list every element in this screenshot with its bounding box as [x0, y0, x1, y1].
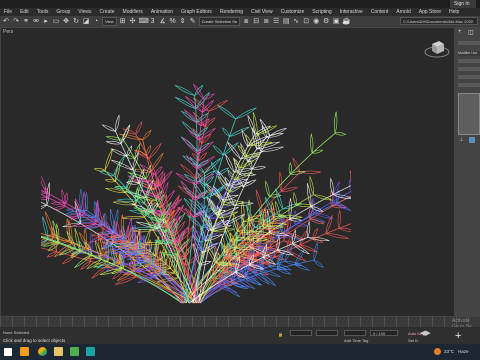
- menu-edit[interactable]: Edit: [16, 8, 33, 16]
- stack-bar-4: [458, 83, 480, 87]
- command-panel: + ◫ Modifier List ⊥: [455, 27, 480, 317]
- y-coordinate-field[interactable]: [316, 330, 338, 336]
- scene-explorer-icon[interactable]: ☰: [272, 18, 280, 26]
- z-coordinate-field[interactable]: [344, 330, 366, 336]
- sign-in-button[interactable]: Sign In: [450, 0, 476, 8]
- menu-modifiers[interactable]: Modifiers: [119, 8, 147, 16]
- render-icon[interactable]: ☕: [342, 18, 351, 26]
- link-icon[interactable]: ⚭: [22, 18, 30, 26]
- chrome-icon[interactable]: [38, 347, 47, 356]
- select-region-icon[interactable]: ▭: [52, 18, 60, 26]
- viewport-label[interactable]: Pers: [3, 29, 13, 35]
- add-time-tag-button[interactable]: Add Time Tag: [344, 338, 368, 343]
- windows-start-icon[interactable]: [4, 348, 12, 356]
- graphite-icon[interactable]: ▤: [282, 18, 290, 26]
- windows-taskbar: 23°C Haze: [0, 344, 480, 360]
- spinner-snap-icon[interactable]: ⇕: [179, 18, 187, 26]
- menu-civil-view[interactable]: Civil View: [247, 8, 277, 16]
- x-coordinate-field[interactable]: [290, 330, 312, 336]
- foliage-stems: [41, 83, 351, 304]
- maxscript-listener[interactable]: None Selected: [3, 330, 29, 335]
- mirror-icon[interactable]: ⧈: [242, 18, 250, 26]
- menu-customize[interactable]: Customize: [277, 8, 309, 16]
- modifier-list-dropdown[interactable]: Modifier List: [458, 51, 480, 56]
- schematic-icon[interactable]: ⊡: [302, 18, 310, 26]
- perspective-viewport[interactable]: Pers: [0, 27, 455, 317]
- placement-icon[interactable]: ◔: [92, 18, 100, 26]
- status-hint: Click and drag to select objects: [3, 338, 66, 343]
- select-manipulate-icon[interactable]: ✣: [129, 18, 137, 26]
- frame-field[interactable]: 0 / 100: [370, 330, 398, 336]
- menu-animation[interactable]: Animation: [147, 8, 177, 16]
- material-editor-icon[interactable]: ◉: [312, 18, 320, 26]
- rotate-icon[interactable]: ↻: [72, 18, 80, 26]
- menu-arnold[interactable]: Arnold: [392, 8, 414, 16]
- play-icon[interactable]: ◀▶: [420, 329, 431, 337]
- menu-scripting[interactable]: Scripting: [308, 8, 335, 16]
- main-toolbar: ↶ ↷ ⚭ ⚮ ▸ ▭ ✥ ↻ ◪ ◔ View ⊞ ✣ ⌨ 3 ∡ % ⇕ ✎…: [0, 16, 480, 27]
- status-bar: None Selected Click and drag to select o…: [0, 327, 480, 344]
- menu-content[interactable]: Content: [367, 8, 393, 16]
- set-key-button[interactable]: Set K.: [408, 338, 419, 343]
- select-icon[interactable]: ▸: [42, 18, 50, 26]
- project-path-field[interactable]: C:\Users\DH\Documents\3ds Max 2020: [400, 17, 478, 25]
- selection-set-select[interactable]: Create Selection Se: [198, 17, 241, 26]
- unlink-icon[interactable]: ⚮: [32, 18, 40, 26]
- folder-icon[interactable]: [54, 347, 63, 356]
- render-setup-icon[interactable]: ⚙: [322, 18, 330, 26]
- lock-icon[interactable]: 🔒: [278, 332, 283, 337]
- menu-file[interactable]: File: [0, 8, 16, 16]
- named-selection-icon[interactable]: ✎: [189, 18, 197, 26]
- modifier-stack-view[interactable]: [458, 93, 480, 135]
- angle-snap-icon[interactable]: ∡: [159, 18, 167, 26]
- redo-icon[interactable]: ↷: [12, 18, 20, 26]
- timeline-ticks: [0, 317, 480, 327]
- show-end-result-icon[interactable]: [469, 137, 475, 143]
- temperature: 23°C: [444, 349, 455, 354]
- align-icon[interactable]: ⊟: [252, 18, 260, 26]
- frame-counter: 0 / 100: [373, 331, 386, 336]
- create-tab-icon[interactable]: +: [458, 29, 462, 35]
- 3ds-max-taskbar-icon[interactable]: [86, 347, 95, 356]
- menu-create[interactable]: Create: [96, 8, 119, 16]
- file-explorer-icon[interactable]: [20, 347, 29, 356]
- wireframe-plant-model[interactable]: [41, 48, 351, 316]
- stack-bar-2: [458, 67, 480, 71]
- menu-graph-editors[interactable]: Graph Editors: [177, 8, 216, 16]
- menu-help[interactable]: Help: [445, 8, 463, 16]
- stack-bar-1: [458, 59, 480, 63]
- stack-bar-3: [458, 75, 480, 79]
- move-icon[interactable]: ✥: [62, 18, 70, 26]
- menu-group[interactable]: Group: [52, 8, 74, 16]
- viewcube-icon[interactable]: [423, 38, 451, 60]
- add-keyframe-icon[interactable]: +: [455, 330, 461, 342]
- title-bar: Sign In: [0, 0, 480, 8]
- snaps-toggle-icon[interactable]: 3: [149, 18, 157, 26]
- time-slider[interactable]: [0, 317, 480, 327]
- menu-tools[interactable]: Tools: [33, 8, 53, 16]
- menu-rendering[interactable]: Rendering: [216, 8, 247, 16]
- keyboard-shortcut-icon[interactable]: ⌨: [139, 18, 149, 26]
- object-name-field[interactable]: [458, 41, 480, 45]
- modify-tab-icon[interactable]: ◫: [468, 29, 474, 36]
- menu-interactive[interactable]: Interactive: [336, 8, 367, 16]
- menu-views[interactable]: Views: [74, 8, 95, 16]
- menu-bar: File Edit Tools Group Views Create Modif…: [0, 8, 480, 16]
- weather-icon[interactable]: [434, 348, 441, 355]
- scale-icon[interactable]: ◪: [82, 18, 90, 26]
- undo-icon[interactable]: ↶: [2, 18, 10, 26]
- layer-icon[interactable]: ≣: [262, 18, 270, 26]
- pivot-icon[interactable]: ⊞: [119, 18, 127, 26]
- reference-coordinate-select[interactable]: View: [102, 17, 117, 26]
- app-icon[interactable]: [70, 347, 79, 356]
- percent-snap-icon[interactable]: %: [169, 18, 177, 26]
- render-frame-icon[interactable]: ▣: [332, 18, 340, 26]
- curve-editor-icon[interactable]: ∿: [292, 18, 300, 26]
- menu-app-store[interactable]: App Store: [415, 8, 445, 16]
- pin-stack-icon[interactable]: ⊥: [459, 137, 463, 143]
- weather-label: Haze: [458, 349, 469, 354]
